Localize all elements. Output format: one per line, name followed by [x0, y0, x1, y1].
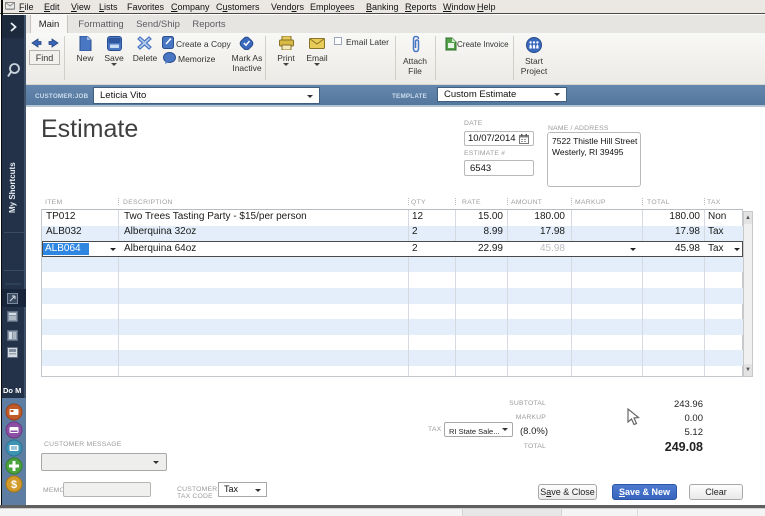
svg-text:$: $	[11, 479, 17, 491]
